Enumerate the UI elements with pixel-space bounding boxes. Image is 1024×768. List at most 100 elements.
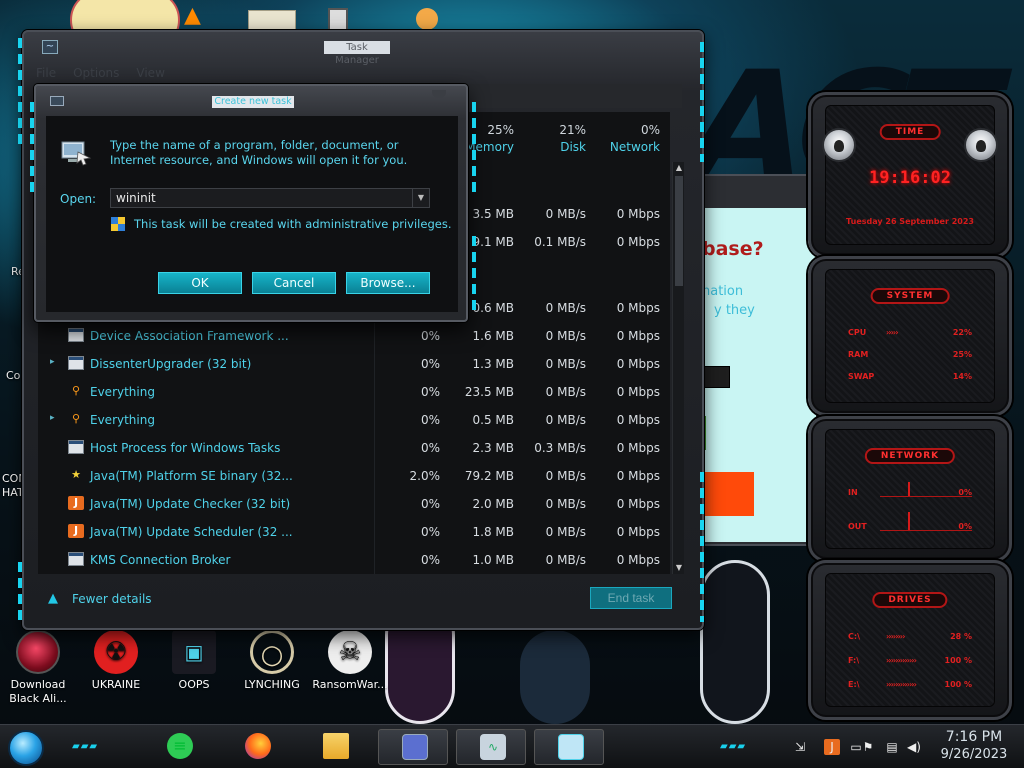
system-monitor-gadget: TIME 19:16:02 Tuesday 26 September 2023 … — [796, 90, 1024, 730]
desktop-icon-media[interactable] — [248, 10, 296, 32]
end-task-button[interactable]: End task — [590, 587, 672, 609]
menu-options[interactable]: Options — [73, 64, 119, 82]
process-name: Everything — [90, 385, 155, 399]
table-row[interactable]: ⚲ Everything 0% 23.5 MB 0 MB/s 0 Mbps — [38, 378, 670, 406]
row-disk: 0 MB/s — [545, 329, 586, 343]
process-name: Everything — [90, 413, 155, 427]
row-network: 0 Mbps — [616, 357, 660, 371]
column-header-network[interactable]: 0% Network — [590, 122, 660, 156]
taskbar-item-file-explorer[interactable] — [300, 729, 370, 765]
expand-chevron-icon[interactable]: ▸ — [50, 357, 60, 367]
open-input[interactable] — [110, 188, 430, 208]
taskbar-item-notes[interactable]: ≡ — [144, 729, 214, 765]
row-network: 0 Mbps — [616, 329, 660, 343]
task-manager-footer: ▲ Fewer details End task — [38, 578, 684, 618]
menu-file[interactable]: File — [36, 64, 56, 82]
desktop-icon-label: UKRAINE — [91, 678, 141, 691]
close-icon[interactable] — [432, 90, 446, 98]
row-memory: 0.5 MB — [472, 413, 514, 427]
table-row[interactable]: ▸ DissenterUpgrader (32 bit) 0% 1.3 MB 0… — [38, 350, 670, 378]
row-network: 0 Mbps — [616, 235, 660, 249]
tray-network-icon[interactable]: ▤ — [884, 739, 900, 755]
admin-privileges-note: This task will be created with administr… — [134, 217, 452, 231]
row-label: IN — [848, 488, 858, 497]
scroll-up-icon[interactable]: ▲ — [673, 162, 685, 174]
table-row[interactable]: J Java(TM) Update Checker (32 bit) 0% 2.… — [38, 490, 670, 518]
row-memory: 1.8 MB — [472, 525, 514, 539]
computer-icon: ▣ — [172, 630, 216, 674]
row-label: F:\ — [848, 656, 860, 665]
taskbar-item-run-dialog[interactable] — [534, 729, 604, 765]
row-disk: 0 MB/s — [545, 413, 586, 427]
browse-button[interactable]: Browse... — [346, 272, 430, 294]
row-network: 0 Mbps — [616, 413, 660, 427]
window-icon — [68, 356, 84, 370]
row-memory: 2.0 MB — [472, 497, 514, 511]
vertical-scrollbar[interactable]: ▲ ▼ — [672, 162, 684, 574]
process-name: Java(TM) Update Checker (32 bit) — [90, 497, 291, 511]
row-cpu: 0% — [420, 385, 440, 399]
column-header-disk[interactable]: 21% Disk — [528, 122, 586, 156]
desktop-icon-oops[interactable]: ▣ OOPS — [156, 630, 232, 692]
row-memory: 23.5 MB — [464, 385, 514, 399]
create-new-task-dialog[interactable]: Create new task Type the name of a progr… — [30, 84, 476, 322]
system-row-ram: RAM 25% — [848, 350, 972, 362]
tray-volume-icon[interactable]: ◀) — [906, 739, 922, 755]
network-out-graph — [880, 530, 972, 531]
background-window-input[interactable] — [700, 366, 730, 388]
background-window-text-2: y they — [714, 303, 755, 318]
gadget-date: Tuesday 26 September 2023 — [846, 217, 974, 226]
row-disk: 0 MB/s — [545, 357, 586, 371]
chevron-down-icon[interactable]: ▼ — [412, 189, 429, 207]
table-row[interactable]: ▸ ⚲ Everything 0% 0.5 MB 0 MB/s 0 Mbps — [38, 406, 670, 434]
expand-chevron-icon[interactable]: ▸ — [50, 413, 60, 423]
desktop-icon-lynching[interactable]: ○ LYNCHING — [234, 630, 310, 692]
tray-arrow-icon[interactable]: ⇲ — [792, 739, 808, 755]
disk-column-label: Disk — [560, 140, 586, 154]
taskbar-accent-right: ▰▰▰ — [720, 741, 747, 752]
window-frame-accent-left — [18, 38, 22, 148]
tray-java-icon[interactable]: J — [824, 739, 840, 755]
desktop-icon-vlc[interactable]: ▲ — [184, 4, 206, 30]
table-row[interactable]: ★ Java(TM) Platform SE binary (32... 2.0… — [38, 462, 670, 490]
row-label: OUT — [848, 522, 867, 531]
shield-icon — [111, 217, 125, 231]
taskbar-item-control-panel[interactable] — [378, 729, 448, 765]
desktop-icon-character[interactable] — [416, 8, 438, 30]
taskbar-item-task-manager[interactable]: ∿ — [456, 729, 526, 765]
cancel-button[interactable]: Cancel — [252, 272, 336, 294]
ok-button[interactable]: OK — [158, 272, 242, 294]
window-title: Task Manager — [324, 41, 390, 66]
row-disk: 0 MB/s — [545, 301, 586, 315]
chart-icon: ∿ — [480, 734, 506, 760]
process-name: Java(TM) Platform SE binary (32... — [90, 469, 293, 483]
desktop-icon-download-black-ali[interactable]: Download Black Ali... — [0, 630, 76, 706]
menu-view[interactable]: View — [136, 64, 164, 82]
scrollbar-thumb[interactable] — [675, 176, 683, 286]
taskbar-clock-date[interactable]: 9/26/2023 — [934, 747, 1014, 762]
table-row[interactable]: Host Process for Windows Tasks 0% 2.3 MB… — [38, 434, 670, 462]
desktop-icon-ransomware[interactable]: ☠ RansomWar... — [312, 630, 388, 692]
background-window-orange-button[interactable] — [700, 472, 754, 516]
table-row[interactable]: Device Association Framework ... 0% 1.6 … — [38, 322, 670, 350]
table-row[interactable]: J Java(TM) Update Scheduler (32 ... 0% 1… — [38, 518, 670, 546]
row-cpu: 0% — [420, 329, 440, 343]
alienware-orb-icon — [16, 630, 60, 674]
dialog-title: Create new task — [212, 96, 294, 108]
dialog-frame-accent-right-low — [472, 236, 476, 316]
arrow-up-icon[interactable]: ▲ — [48, 591, 58, 606]
taskbar-clock-time[interactable]: 7:16 PM — [936, 729, 1012, 745]
desktop-icon-app[interactable] — [328, 8, 348, 32]
desktop-icon-ukraine[interactable]: ☢ UKRAINE — [78, 630, 154, 692]
fewer-details-link[interactable]: Fewer details — [72, 592, 152, 606]
row-memory: 1.6 MB — [472, 329, 514, 343]
taskbar-item-firefox[interactable] — [222, 729, 292, 765]
table-row[interactable]: KMS Connection Broker 0% 1.0 MB 0 MB/s 0… — [38, 546, 670, 574]
alien-head-icon — [964, 128, 998, 162]
row-value: 28 % — [950, 632, 972, 641]
start-button[interactable] — [8, 730, 44, 766]
scroll-down-icon[interactable]: ▼ — [673, 562, 685, 574]
time-panel: TIME 19:16:02 Tuesday 26 September 2023 — [808, 92, 1012, 258]
tray-flag-icon[interactable]: ⚑ — [860, 739, 876, 755]
alien-head-icon — [822, 128, 856, 162]
